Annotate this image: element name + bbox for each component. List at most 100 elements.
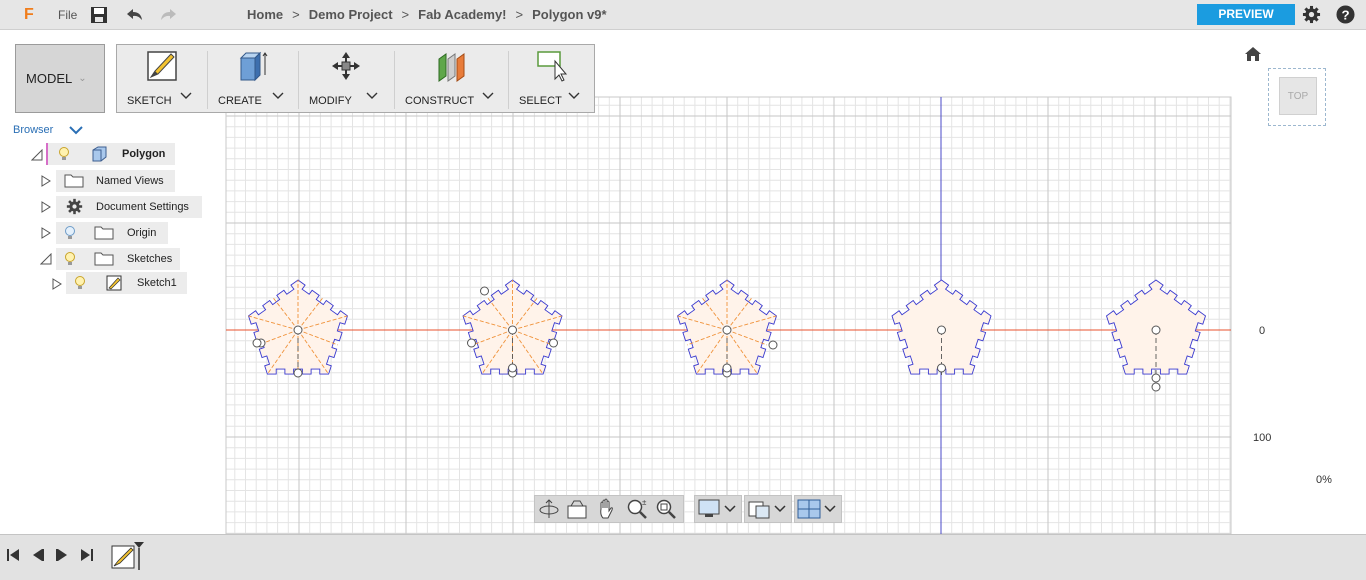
sketch-point[interactable] [1151,373,1161,383]
home-view-icon[interactable] [1244,46,1262,62]
zoom-percent: 0% [1316,474,1332,486]
chevron-down-icon[interactable] [567,90,581,102]
viewcube-top-face[interactable]: TOP [1279,77,1317,115]
sketch-icon [106,275,122,291]
sketch-point[interactable] [722,325,732,335]
chevron-down-icon[interactable] [69,125,83,135]
file-menu[interactable]: File [58,8,77,22]
gear-icon[interactable] [1302,5,1321,24]
browser-item-label: Origin [127,227,157,239]
breadcrumb-home[interactable]: Home [247,7,283,22]
gear-icon [66,198,83,215]
toolbar-construct[interactable]: CONSTRUCT [395,45,508,114]
box-icon [239,51,268,82]
sketch-point[interactable] [937,363,946,373]
sketch-point[interactable] [1151,382,1161,392]
toolbar-select[interactable]: SELECT [509,45,595,114]
chevron-down-icon[interactable] [271,90,285,102]
chevron-down-icon[interactable] [365,90,379,102]
sketch-point[interactable] [549,338,558,348]
sketch-polygon[interactable] [1105,279,1207,392]
browser-item-label: Named Views [96,175,164,187]
chevron-down-icon [824,505,836,513]
sketch-point[interactable] [1151,325,1161,335]
breadcrumb-separator: > [292,7,300,22]
lightbulb-icon[interactable] [64,251,76,267]
save-icon[interactable] [90,6,108,24]
undo-icon[interactable] [124,6,144,24]
browser-title[interactable]: Browser [13,124,53,136]
prev-frame-icon[interactable] [31,548,45,562]
collapse-triangle-icon[interactable] [40,253,52,265]
sketch-polygon[interactable] [462,279,563,378]
display-settings-icon [698,499,720,517]
preview-button[interactable]: PREVIEW [1197,4,1295,25]
workspace-label: MODEL [26,71,73,86]
sketch-point[interactable] [508,325,517,335]
toolbar-construct-label: CONSTRUCT [405,95,475,107]
expand-triangle-icon[interactable] [40,201,52,213]
toolbar-modify[interactable]: MODIFY [299,45,394,114]
sketch-icon [147,51,177,81]
expand-triangle-icon[interactable] [40,175,52,187]
sketch-point[interactable] [722,363,732,373]
browser-item-sketch1[interactable]: Sketch1 [66,272,187,294]
folder-icon [94,252,114,266]
help-icon[interactable]: ? [1336,5,1355,24]
viewcube[interactable]: TOP [1268,68,1326,126]
breadcrumb-separator: > [515,7,524,22]
zoom-window-icon[interactable] [655,498,677,520]
browser-item-named-views[interactable]: Named Views [56,170,175,192]
axis-label-zero: 0 [1259,325,1266,337]
pan-hand-icon[interactable] [595,497,619,521]
fusion-logo[interactable]: F [24,6,38,24]
sketch-polygon[interactable] [247,279,349,378]
collapse-triangle-icon[interactable] [31,149,43,161]
browser-item-document-settings[interactable]: Document Settings [56,196,202,218]
browser-item-sketches[interactable]: Sketches [56,248,180,270]
sketch-point[interactable] [768,340,778,350]
browser-item-polygon[interactable]: Polygon [46,143,175,165]
sketch-point[interactable] [467,338,476,348]
main-toolbar: SKETCH CREATE MODIFY CONSTRUCT SELECT [116,44,595,113]
first-frame-icon[interactable] [6,548,20,562]
toolbar-create[interactable]: CREATE [208,45,298,114]
lightbulb-icon[interactable] [58,146,70,162]
sketch-point[interactable] [293,368,303,378]
sketch-point[interactable] [252,338,262,348]
folder-icon [64,174,84,188]
breadcrumb-separator: > [401,7,410,22]
sketch-feature-icon[interactable] [110,540,146,570]
toolbar-modify-label: MODIFY [309,95,352,107]
toolbar-sketch[interactable]: SKETCH [117,45,207,114]
sketch-point[interactable] [480,286,489,296]
zoom-icon[interactable]: ± [626,498,648,520]
play-icon[interactable] [55,548,69,562]
expand-triangle-icon[interactable] [40,227,52,239]
workspace-switcher[interactable]: MODEL ⌄ [15,44,105,113]
redo-icon[interactable] [159,6,179,24]
select-cursor-icon [537,51,568,82]
chevron-down-icon[interactable] [179,90,193,102]
lightbulb-icon[interactable] [74,275,86,291]
visual-style-icon [748,501,770,519]
expand-triangle-icon[interactable] [51,278,63,290]
breadcrumb-project[interactable]: Demo Project [309,7,393,22]
sketch-point[interactable] [937,325,946,335]
sketch-point[interactable] [508,363,517,373]
sketch-polygon[interactable] [891,279,992,378]
toolbar-create-label: CREATE [218,95,262,107]
plane-icon [438,53,465,82]
sketch-polygon[interactable] [676,279,778,378]
svg-text:?: ? [1341,7,1349,22]
lightbulb-icon[interactable] [64,225,76,241]
look-at-icon[interactable] [566,498,588,520]
last-frame-icon[interactable] [80,548,94,562]
chevron-down-icon[interactable] [481,90,495,102]
browser-item-origin[interactable]: Origin [56,222,168,244]
orbit-icon[interactable] [538,498,560,520]
sketch-point[interactable] [293,325,303,335]
title-bar: F File Home > Demo Project > Fab Academy! > Po… [0,0,1366,30]
fusion360-app: F File Home > Demo Project > Fab Academy! > Po… [0,0,1366,580]
breadcrumb-folder[interactable]: Fab Academy! [418,7,506,22]
